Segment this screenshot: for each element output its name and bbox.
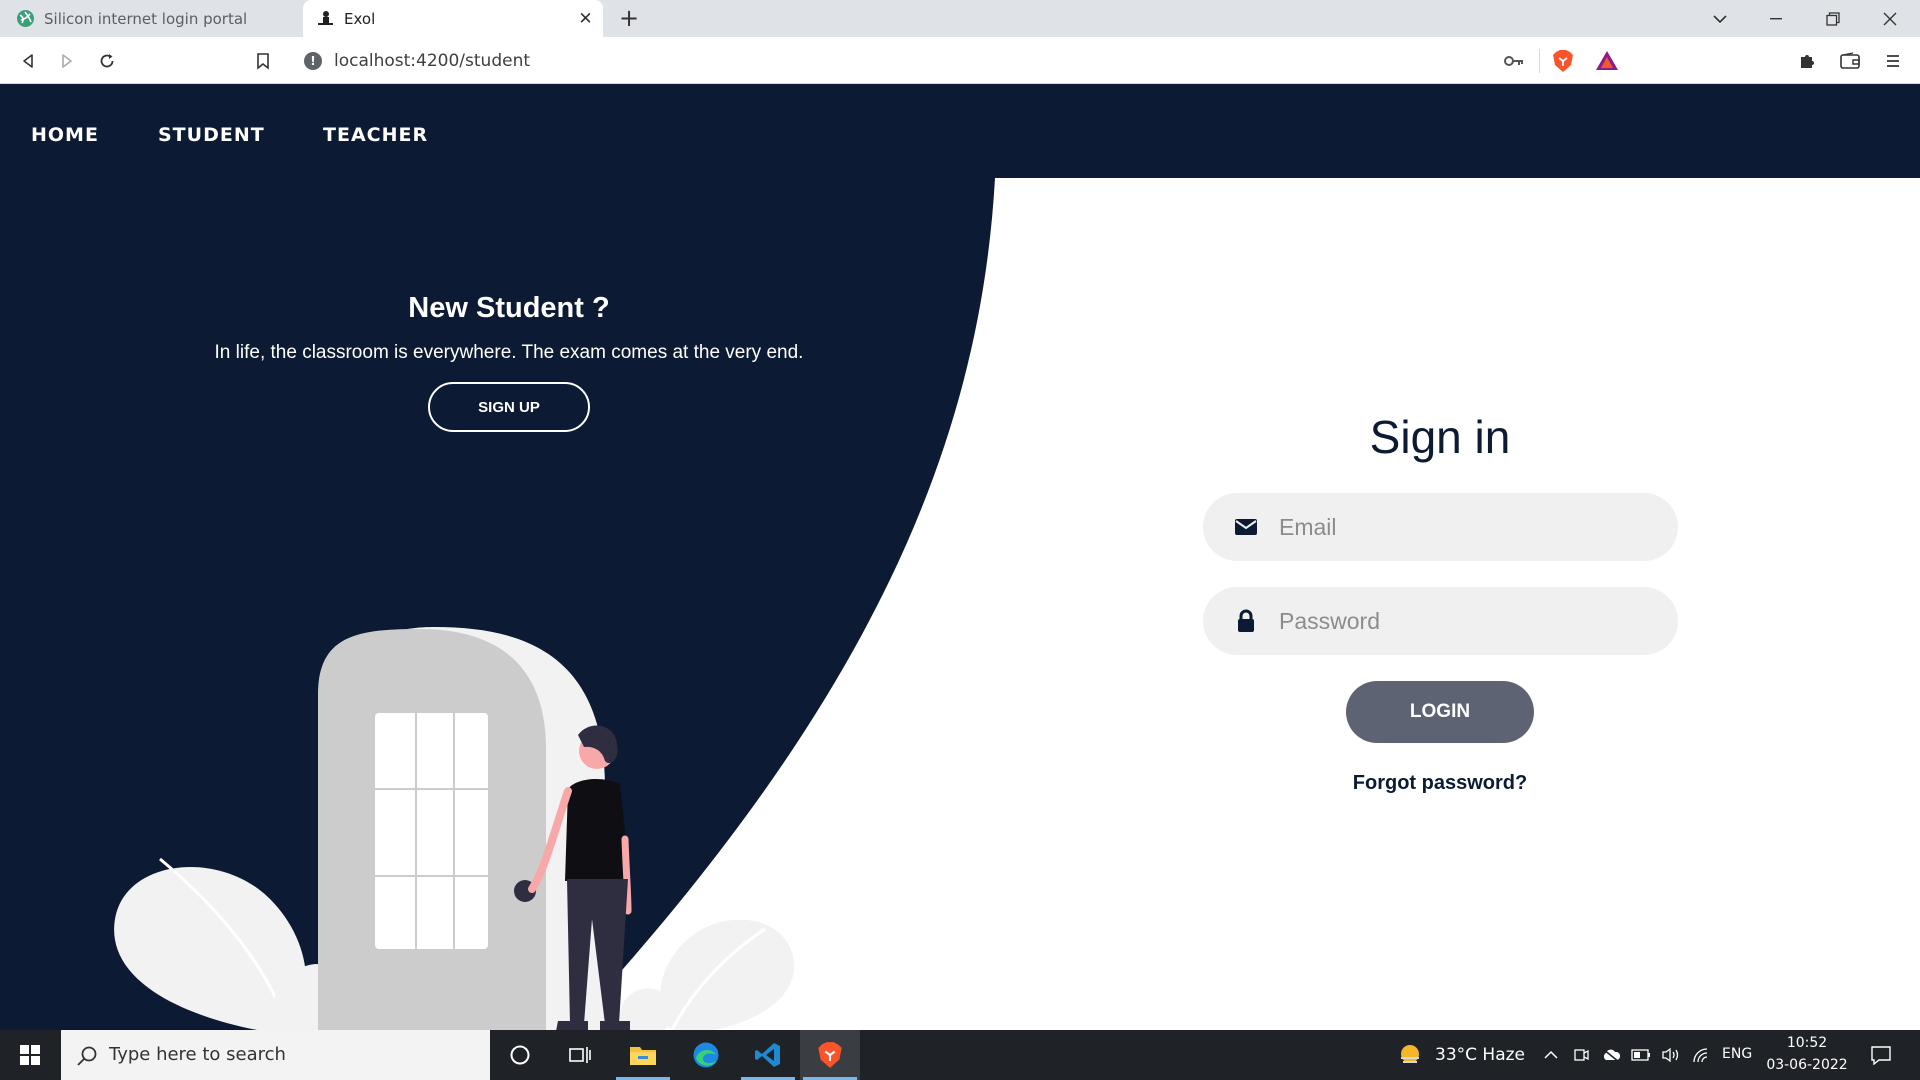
new-student-quote: In life, the classroom is everywhere. Th… <box>214 342 804 363</box>
address-url: localhost:4200/student <box>334 51 531 71</box>
close-tab-icon[interactable]: ✕ <box>576 9 595 29</box>
new-student-title: New Student ? <box>408 292 610 324</box>
nav-teacher[interactable]: TEACHER <box>323 124 428 146</box>
show-hidden-icons-chevron-icon[interactable] <box>1541 1045 1561 1065</box>
browser-tab-bar: Silicon internet login portal Exol ✕ + <box>0 0 1920 37</box>
tab-title: Silicon internet login portal <box>44 9 248 28</box>
wallet-icon[interactable] <box>1837 48 1863 74</box>
notifications-icon[interactable] <box>1869 1043 1893 1067</box>
bookmark-icon[interactable] <box>250 48 276 74</box>
tab-title: Exol <box>344 9 376 28</box>
weather-haze-icon[interactable] <box>1398 1043 1422 1067</box>
top-navigation: HOME STUDENT TEACHER <box>0 84 1920 178</box>
globe-favicon-icon <box>16 9 35 28</box>
browser-tab-exol[interactable]: Exol ✕ <box>303 0 603 37</box>
minimize-icon[interactable] <box>1748 0 1804 37</box>
email-field[interactable] <box>1203 493 1678 561</box>
restore-icon[interactable] <box>1805 0 1861 37</box>
browser-toolbar: ! localhost:4200/student <box>0 37 1920 84</box>
key-icon[interactable] <box>1501 48 1527 74</box>
onedrive-offline-icon[interactable] <box>1601 1045 1621 1065</box>
clock-time[interactable]: 10:52 <box>1771 1035 1843 1051</box>
login-button[interactable]: LOGIN <box>1346 681 1534 743</box>
password-input[interactable] <box>1279 587 1659 655</box>
sign-in-title: Sign in <box>1369 411 1511 463</box>
meet-now-icon[interactable] <box>1571 1045 1591 1065</box>
reload-icon[interactable] <box>94 48 120 74</box>
sign-up-button[interactable]: SIGN UP <box>428 382 590 432</box>
language-indicator[interactable]: ENG <box>1722 1046 1752 1062</box>
task-view-icon[interactable] <box>550 1030 610 1080</box>
nav-home[interactable]: HOME <box>31 124 99 146</box>
clock-date[interactable]: 03-06-2022 <box>1764 1057 1850 1073</box>
nav-student[interactable]: STUDENT <box>158 124 265 146</box>
lock-icon <box>1233 609 1259 633</box>
address-bar[interactable]: ! localhost:4200/student <box>292 42 1592 79</box>
new-tab-icon[interactable]: + <box>616 4 642 32</box>
windows-taskbar: Type here to search 33°C Haze ENG 10:52 … <box>0 1030 1920 1080</box>
back-icon[interactable] <box>15 48 41 74</box>
vscode-icon[interactable] <box>738 1030 798 1080</box>
cortana-icon[interactable] <box>490 1030 550 1080</box>
forward-icon[interactable] <box>54 48 80 74</box>
battery-icon[interactable] <box>1631 1045 1651 1065</box>
tab-search-chevron-icon[interactable] <box>1692 0 1748 37</box>
close-window-icon[interactable] <box>1862 0 1918 37</box>
brave-taskbar-icon[interactable] <box>800 1030 860 1080</box>
brave-rewards-icon[interactable] <box>1594 48 1620 74</box>
site-info-icon[interactable]: ! <box>304 52 322 70</box>
search-icon <box>75 1044 99 1068</box>
file-explorer-icon[interactable] <box>613 1030 673 1080</box>
taskbar-search-box[interactable]: Type here to search <box>61 1030 490 1080</box>
email-input[interactable] <box>1279 493 1659 561</box>
web-page: HOME STUDENT TEACHER New Student ? In li… <box>0 84 1920 1030</box>
windows-start-icon[interactable] <box>0 1030 60 1080</box>
weather-text[interactable]: 33°C Haze <box>1435 1045 1525 1065</box>
brave-shields-icon[interactable] <box>1550 48 1576 74</box>
password-field[interactable] <box>1203 587 1678 655</box>
menu-icon[interactable] <box>1880 48 1906 74</box>
volume-icon[interactable] <box>1661 1045 1681 1065</box>
door-illustration <box>114 627 795 1030</box>
extensions-icon[interactable] <box>1794 48 1820 74</box>
toolbar-separator <box>1539 49 1540 73</box>
edge-icon[interactable] <box>676 1030 736 1080</box>
person-favicon-icon <box>316 9 335 28</box>
forgot-password-link[interactable]: Forgot password? <box>1190 772 1690 795</box>
wifi-icon[interactable] <box>1691 1045 1711 1065</box>
browser-tab-silicon[interactable]: Silicon internet login portal <box>0 0 303 37</box>
envelope-icon <box>1233 515 1259 539</box>
search-placeholder: Type here to search <box>109 1044 286 1065</box>
